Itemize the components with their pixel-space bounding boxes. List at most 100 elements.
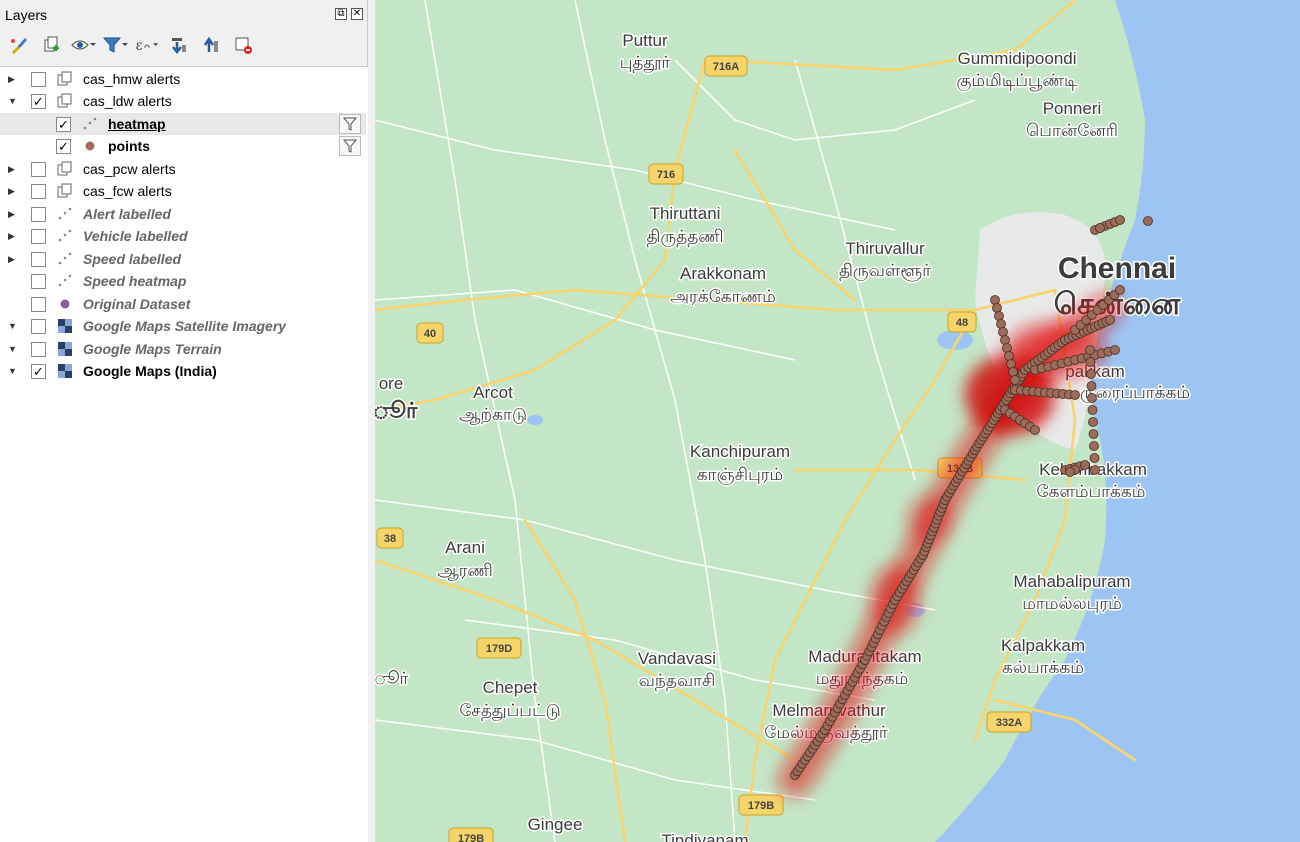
svg-text:Arcot: Arcot — [473, 383, 513, 402]
layer-checkbox[interactable] — [31, 161, 46, 177]
expand-arrow-icon[interactable]: ▶ — [8, 209, 18, 219]
raster-tile-icon — [56, 340, 74, 358]
layer-checkbox[interactable]: ✓ — [56, 138, 71, 154]
expand-arrow-icon[interactable]: ▶ — [8, 254, 18, 264]
layer-checkbox[interactable] — [31, 318, 46, 334]
layer-row-heatmap[interactable]: ✓ heatmap — [0, 113, 366, 135]
add-group-icon[interactable] — [38, 32, 64, 58]
layer-row-points[interactable]: ✓ points — [0, 135, 366, 157]
layer-label: Original Dataset — [83, 296, 191, 312]
close-panel-button[interactable]: ✕ — [351, 8, 363, 20]
layer-label: Google Maps Terrain — [83, 341, 222, 357]
svg-text:ஆற்காடு: ஆற்காடு — [459, 405, 527, 424]
filter-expression-icon[interactable]: ε — [134, 32, 160, 58]
svg-text:179D: 179D — [486, 643, 512, 655]
layer-checkbox[interactable]: ✓ — [31, 363, 46, 379]
layer-label: cas_ldw alerts — [83, 93, 172, 109]
alert-point — [1006, 359, 1016, 369]
svg-text:Gingee: Gingee — [528, 815, 583, 834]
expand-arrow-icon[interactable]: ▶ — [8, 186, 18, 196]
svg-text:ூர்: ூர் — [375, 398, 418, 423]
layer-checkbox[interactable]: ✓ — [31, 93, 46, 109]
collapse-arrow-icon[interactable]: ▼ — [8, 344, 18, 354]
layer-checkbox[interactable] — [31, 251, 46, 267]
svg-text:Kanchipuram: Kanchipuram — [690, 442, 790, 461]
alert-point — [998, 327, 1008, 337]
layer-checkbox[interactable] — [31, 228, 46, 244]
layer-checkbox[interactable] — [31, 273, 46, 289]
layer-row-cas-ldw-alerts[interactable]: ▼ ✓ cas_ldw alerts — [0, 90, 366, 112]
layer-row-cas-pcw-alerts[interactable]: ▶ cas_pcw alerts — [0, 158, 366, 180]
layer-row-google-terrain[interactable]: ▼ Google Maps Terrain — [0, 338, 366, 360]
float-panel-button[interactable]: ⧉ — [335, 8, 347, 20]
layer-row-original-dataset[interactable]: Original Dataset — [0, 293, 366, 315]
style-brush-icon[interactable] — [6, 32, 32, 58]
layer-checkbox[interactable] — [31, 71, 46, 87]
alert-point — [1000, 335, 1010, 345]
alert-point — [1086, 381, 1097, 391]
layer-row-speed-labelled[interactable]: ▶ Speed labelled — [0, 248, 366, 270]
layer-label: heatmap — [108, 116, 166, 132]
filter-icon[interactable] — [339, 114, 361, 134]
layer-label: cas_hmw alerts — [83, 71, 181, 87]
alert-point — [1089, 453, 1100, 463]
alert-point — [1085, 345, 1095, 355]
map-canvas[interactable]: 716A 716 40 48 38 179D 132B 332A 179B 17… — [375, 0, 1300, 842]
layer-checkbox[interactable] — [31, 296, 46, 312]
layer-row-alert-labelled[interactable]: ▶ Alert labelled — [0, 203, 366, 225]
alert-point — [994, 311, 1004, 321]
alert-point — [1087, 393, 1097, 403]
alert-point — [1115, 285, 1125, 295]
expand-arrow-icon[interactable]: ▶ — [8, 231, 18, 241]
svg-text:புத்தூர்: புத்தூர் — [620, 53, 671, 73]
visibility-eye-icon[interactable] — [70, 32, 96, 58]
collapse-arrow-icon[interactable]: ▼ — [8, 96, 18, 106]
remove-layer-icon[interactable] — [230, 32, 256, 58]
expand-arrow-icon[interactable]: ▶ — [8, 164, 18, 174]
svg-text:Ponneri: Ponneri — [1043, 99, 1102, 118]
layer-checkbox[interactable]: ✓ — [56, 116, 71, 132]
layer-row-cas-fcw-alerts[interactable]: ▶ cas_fcw alerts — [0, 180, 366, 202]
svg-text:Mahabalipuram: Mahabalipuram — [1013, 572, 1130, 591]
point-cluster-icon — [56, 205, 74, 223]
filter-legend-icon[interactable] — [102, 32, 128, 58]
layer-checkbox[interactable] — [31, 183, 46, 199]
layer-label: cas_pcw alerts — [83, 161, 176, 177]
layer-label: Vehicle labelled — [83, 228, 188, 244]
expand-arrow-icon[interactable]: ▶ — [8, 74, 18, 84]
alert-point — [1115, 215, 1125, 225]
svg-text:அரக்கோணம்: அரக்கோணம் — [670, 287, 776, 306]
layer-row-google-satellite[interactable]: ▼ Google Maps Satellite Imagery — [0, 315, 366, 337]
svg-text:காஞ்சிபுரம்: காஞ்சிபுரம் — [697, 465, 783, 485]
alert-point — [1030, 425, 1040, 435]
layer-label: Speed labelled — [83, 251, 182, 267]
svg-text:40: 40 — [424, 328, 436, 340]
svg-text:பொன்னேரி: பொன்னேரி — [1026, 121, 1118, 140]
alert-point — [1095, 223, 1105, 233]
point-cluster-icon — [56, 227, 74, 245]
svg-text:179B: 179B — [458, 833, 484, 842]
point-cluster-icon — [56, 272, 74, 290]
layer-tree: ▶ cas_hmw alerts ▼ ✓ cas_ldw alerts ✓ he… — [0, 66, 368, 842]
layer-checkbox[interactable] — [31, 341, 46, 357]
svg-text:332A: 332A — [996, 717, 1022, 729]
layer-row-cas-hmw-alerts[interactable]: ▶ cas_hmw alerts — [0, 68, 366, 90]
map-svg: 716A 716 40 48 38 179D 132B 332A 179B 17… — [375, 0, 1300, 842]
layer-checkbox[interactable] — [31, 206, 46, 222]
svg-text:Kalpakkam: Kalpakkam — [1001, 636, 1085, 655]
svg-text:Gummidipoondi: Gummidipoondi — [957, 49, 1076, 68]
layer-row-google-india[interactable]: ▼ ✓ Google Maps (India) — [0, 360, 366, 382]
filter-icon[interactable] — [339, 136, 361, 156]
collapse-all-icon[interactable] — [198, 32, 224, 58]
layer-row-vehicle-labelled[interactable]: ▶ Vehicle labelled — [0, 225, 366, 247]
collapse-arrow-icon[interactable]: ▼ — [8, 321, 18, 331]
layer-label: cas_fcw alerts — [83, 183, 172, 199]
collapse-arrow-icon[interactable]: ▼ — [8, 366, 18, 376]
svg-text:ore: ore — [379, 374, 404, 393]
svg-text:Arani: Arani — [445, 538, 485, 557]
expand-all-icon[interactable] — [166, 32, 192, 58]
layer-row-speed-heatmap[interactable]: Speed heatmap — [0, 270, 366, 292]
alert-point — [1105, 315, 1115, 325]
alert-point — [1070, 390, 1080, 400]
svg-text:சேத்துப்பட்டு: சேத்துப்பட்டு — [459, 701, 560, 721]
